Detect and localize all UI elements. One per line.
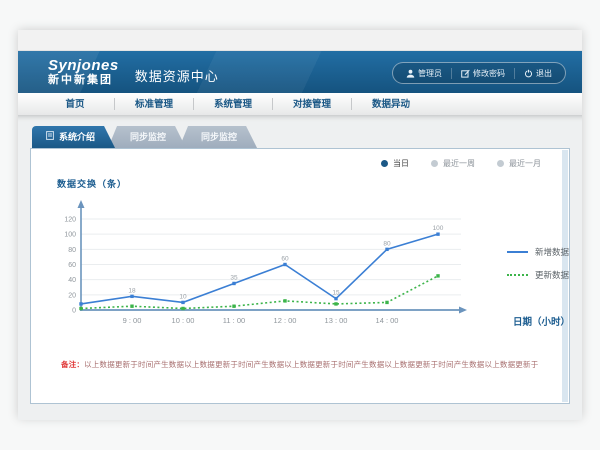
x-tick-label: 11 : 00 xyxy=(223,316,245,325)
edit-icon xyxy=(461,69,470,78)
tab-label: 系统介绍 xyxy=(59,126,95,148)
y-tick-label: 80 xyxy=(68,247,76,254)
point-value-label: 80 xyxy=(383,240,391,247)
point-value-label: 35 xyxy=(230,274,238,281)
company-logo: Synjones 新中新集团 xyxy=(48,58,119,86)
x-tick-label: 14 : 00 xyxy=(376,316,399,325)
nav-item-home[interactable]: 首页 xyxy=(36,94,114,115)
data-point xyxy=(130,305,133,308)
main-nav: 首页 标准管理 系统管理 对接管理 数据异动 xyxy=(18,93,582,116)
logo-chinese-name: 新中新集团 xyxy=(48,75,119,86)
tab-label: 同步监控 xyxy=(201,126,237,148)
x-tick-label: 12 : 00 xyxy=(274,316,297,325)
x-tick-label: 9 : 00 xyxy=(123,316,142,325)
line-chart: 0 20 40 60 80 100 120 9 : 00 10 : 00 11 : 00 12 : … xyxy=(45,192,481,332)
change-password-label: 修改密码 xyxy=(473,68,505,79)
range-filter-group: 当日 最近一周 最近一月 xyxy=(31,157,541,169)
data-point xyxy=(334,297,337,300)
tab-sync-monitor-1[interactable]: 同步监控 xyxy=(108,126,186,148)
data-point xyxy=(232,282,235,285)
data-point xyxy=(385,248,388,251)
document-icon xyxy=(46,126,54,148)
current-user-label: 管理员 xyxy=(418,68,442,79)
x-axis-title: 日期（小时） xyxy=(513,314,569,328)
radio-dot xyxy=(497,160,504,167)
data-point xyxy=(385,301,388,304)
legend-line-swatch xyxy=(507,274,528,276)
tab-bar: 系统介绍 同步监控 同步监控 xyxy=(32,126,570,148)
y-tick-label: 100 xyxy=(64,232,76,239)
app-window: Synjones 新中新集团 数据资源中心 管理员 修改密码 退出 xyxy=(18,30,582,418)
tab-sync-monitor-2[interactable]: 同步监控 xyxy=(179,126,257,148)
point-value-label: 10 xyxy=(179,293,187,300)
point-value-label: 60 xyxy=(281,256,289,263)
nav-item-data-change[interactable]: 数据异动 xyxy=(352,94,430,115)
footnote: 备注：以上数据更新于时间产生数据以上数据更新于时间产生数据以上数据更新于时间产生… xyxy=(61,359,569,370)
tab-system-intro[interactable]: 系统介绍 xyxy=(32,126,115,148)
data-point xyxy=(436,232,439,235)
y-tick-label: 20 xyxy=(68,292,76,299)
radio-last-week[interactable]: 最近一周 xyxy=(431,158,475,169)
logo-wordmark: Synjones xyxy=(48,58,119,73)
current-user[interactable]: 管理员 xyxy=(397,68,451,79)
tab-label: 同步监控 xyxy=(130,126,166,148)
chart-legend: 新增数据 更新数据 xyxy=(507,246,569,292)
data-point xyxy=(283,299,286,302)
data-point xyxy=(283,263,286,266)
data-point xyxy=(181,307,184,310)
power-icon xyxy=(524,69,533,78)
radio-today[interactable]: 当日 xyxy=(381,158,409,169)
chart-container: 0 20 40 60 80 100 120 9 : 00 10 : 00 11 : 00 12 : … xyxy=(45,192,569,337)
radio-label: 最近一月 xyxy=(509,158,541,169)
data-point xyxy=(79,307,82,310)
user-icon xyxy=(406,69,415,78)
chart-panel: 当日 最近一周 最近一月 数据交换（条） 0 20 40 60 80 100 120 9 : … xyxy=(30,148,570,404)
point-value-label: 18 xyxy=(128,287,136,294)
data-point xyxy=(130,295,133,298)
data-point xyxy=(79,302,82,305)
data-point xyxy=(334,302,337,305)
footnote-label: 备注： xyxy=(61,360,84,369)
legend-label: 新增数据 xyxy=(535,246,569,258)
y-tick-label: 40 xyxy=(68,277,76,284)
radio-dot xyxy=(381,160,388,167)
logout-button[interactable]: 退出 xyxy=(514,68,561,79)
y-tick-label: 120 xyxy=(64,217,76,224)
data-point xyxy=(181,301,184,304)
window-top-strip xyxy=(18,30,582,51)
legend-label: 更新数据 xyxy=(535,269,569,281)
point-value-label: 100 xyxy=(433,225,444,232)
radio-label: 当日 xyxy=(393,158,409,169)
x-tick-label: 10 : 00 xyxy=(172,316,195,325)
nav-item-interface[interactable]: 对接管理 xyxy=(273,94,351,115)
y-axis-arrow xyxy=(78,200,85,208)
user-toolbar: 管理员 修改密码 退出 xyxy=(392,62,566,84)
radio-label: 最近一周 xyxy=(443,158,475,169)
data-point xyxy=(436,274,439,277)
footnote-text: 以上数据更新于时间产生数据以上数据更新于时间产生数据以上数据更新于时间产生数据以… xyxy=(84,360,538,369)
radio-dot xyxy=(431,160,438,167)
nav-item-standards[interactable]: 标准管理 xyxy=(115,94,193,115)
y-tick-label: 60 xyxy=(68,262,76,269)
legend-line-swatch xyxy=(507,251,528,253)
page-title: 数据资源中心 xyxy=(135,66,219,85)
data-point xyxy=(232,305,235,308)
point-value-label: 15 xyxy=(332,290,340,297)
logout-label: 退出 xyxy=(536,68,552,79)
content-area: 系统介绍 同步监控 同步监控 当日 最近一周 xyxy=(18,116,582,420)
y-axis-title: 数据交换（条） xyxy=(57,177,569,190)
legend-new-data[interactable]: 新增数据 xyxy=(507,246,569,258)
change-password-button[interactable]: 修改密码 xyxy=(451,68,514,79)
nav-item-system[interactable]: 系统管理 xyxy=(194,94,272,115)
x-tick-label: 13 : 00 xyxy=(325,316,348,325)
legend-update-data[interactable]: 更新数据 xyxy=(507,269,569,281)
y-tick-label: 0 xyxy=(72,308,76,315)
x-axis-arrow xyxy=(459,307,467,314)
radio-last-month[interactable]: 最近一月 xyxy=(497,158,541,169)
app-header: Synjones 新中新集团 数据资源中心 管理员 修改密码 退出 xyxy=(18,51,582,93)
